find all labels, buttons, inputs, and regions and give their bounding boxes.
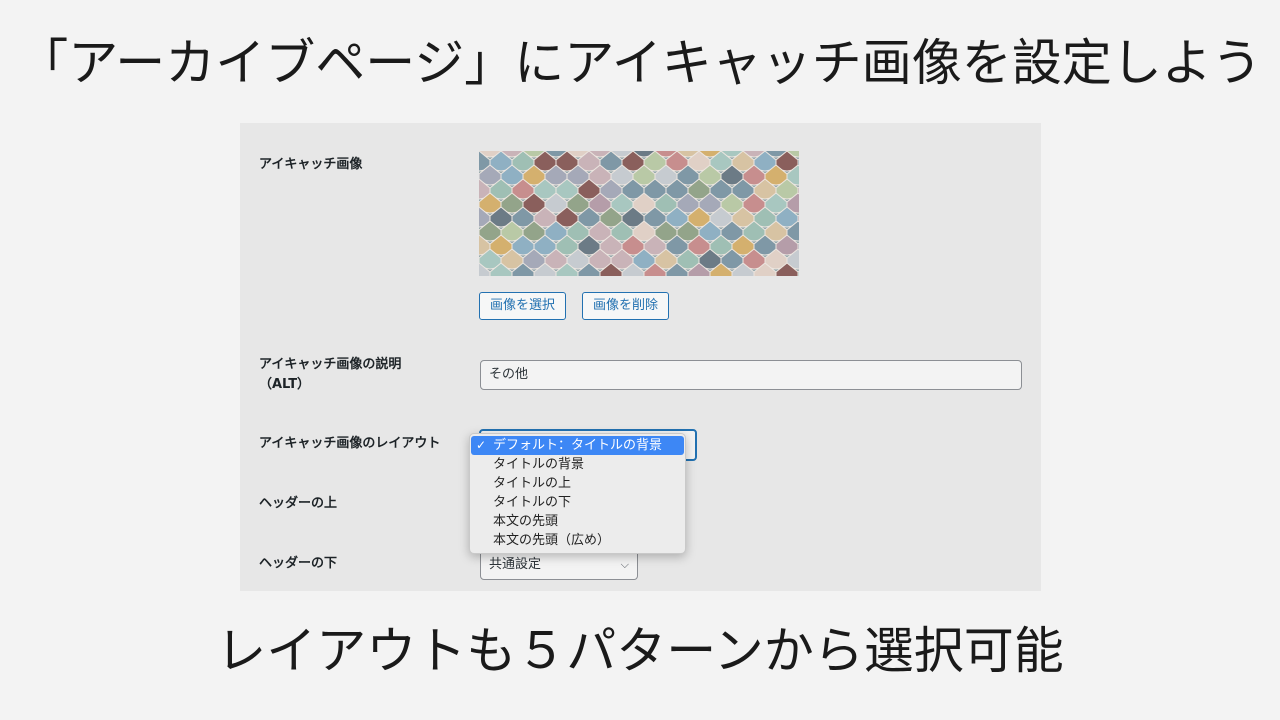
page-headline: 「アーカイブページ」にアイキャッチ画像を設定しよう xyxy=(18,34,1262,92)
tile-pattern-image xyxy=(479,151,799,276)
alt-label-line1: アイキャッチ画像の説明 xyxy=(259,357,402,372)
alt-text-input[interactable]: その他 xyxy=(480,360,1022,390)
settings-panel: アイキャッチ画像 画像を選択 画像を削除 アイキャッチ画像の説明 （ALT） そ… xyxy=(240,123,1041,591)
layout-option-below-title[interactable]: タイトルの下 xyxy=(471,493,684,512)
layout-option-above-title[interactable]: タイトルの上 xyxy=(471,474,684,493)
eyecatch-thumbnail xyxy=(479,151,799,276)
header-below-value: 共通設定 xyxy=(489,557,542,572)
bottom-caption: レイアウトも５パターンから選択可能 xyxy=(216,622,1064,680)
layout-option-title-background[interactable]: タイトルの背景 xyxy=(471,455,684,474)
alt-label-line2: （ALT） xyxy=(259,377,311,392)
layout-option-default[interactable]: ✓ デフォルト：タイトルの背景 xyxy=(471,436,684,455)
layout-option-label: タイトルの上 xyxy=(493,476,572,491)
layout-dropdown-menu: ✓ デフォルト：タイトルの背景 タイトルの背景 タイトルの上 タイトルの下 本文… xyxy=(469,433,686,554)
layout-option-label: 本文の先頭 xyxy=(493,514,559,529)
delete-image-button[interactable]: 画像を削除 xyxy=(582,292,670,320)
alt-label: アイキャッチ画像の説明 （ALT） xyxy=(259,355,401,395)
header-below-select[interactable]: 共通設定 ⌵ xyxy=(480,550,638,580)
header-above-label: ヘッダーの上 xyxy=(259,496,338,511)
layout-option-label: 本文の先頭（広め） xyxy=(493,533,611,548)
layout-option-content-top[interactable]: 本文の先頭 xyxy=(471,512,684,531)
header-below-label: ヘッダーの下 xyxy=(259,556,338,571)
layout-option-label: タイトルの下 xyxy=(493,495,572,510)
layout-label: アイキャッチ画像のレイアウト xyxy=(259,436,441,451)
eyecatch-label: アイキャッチ画像 xyxy=(259,157,363,172)
layout-option-label: タイトルの背景 xyxy=(493,457,585,472)
select-image-button[interactable]: 画像を選択 xyxy=(479,292,567,320)
layout-option-label: デフォルト：タイトルの背景 xyxy=(493,438,663,453)
chevron-down-icon: ⌵ xyxy=(620,558,629,571)
layout-option-content-top-wide[interactable]: 本文の先頭（広め） xyxy=(471,531,684,550)
check-icon: ✓ xyxy=(476,438,487,452)
